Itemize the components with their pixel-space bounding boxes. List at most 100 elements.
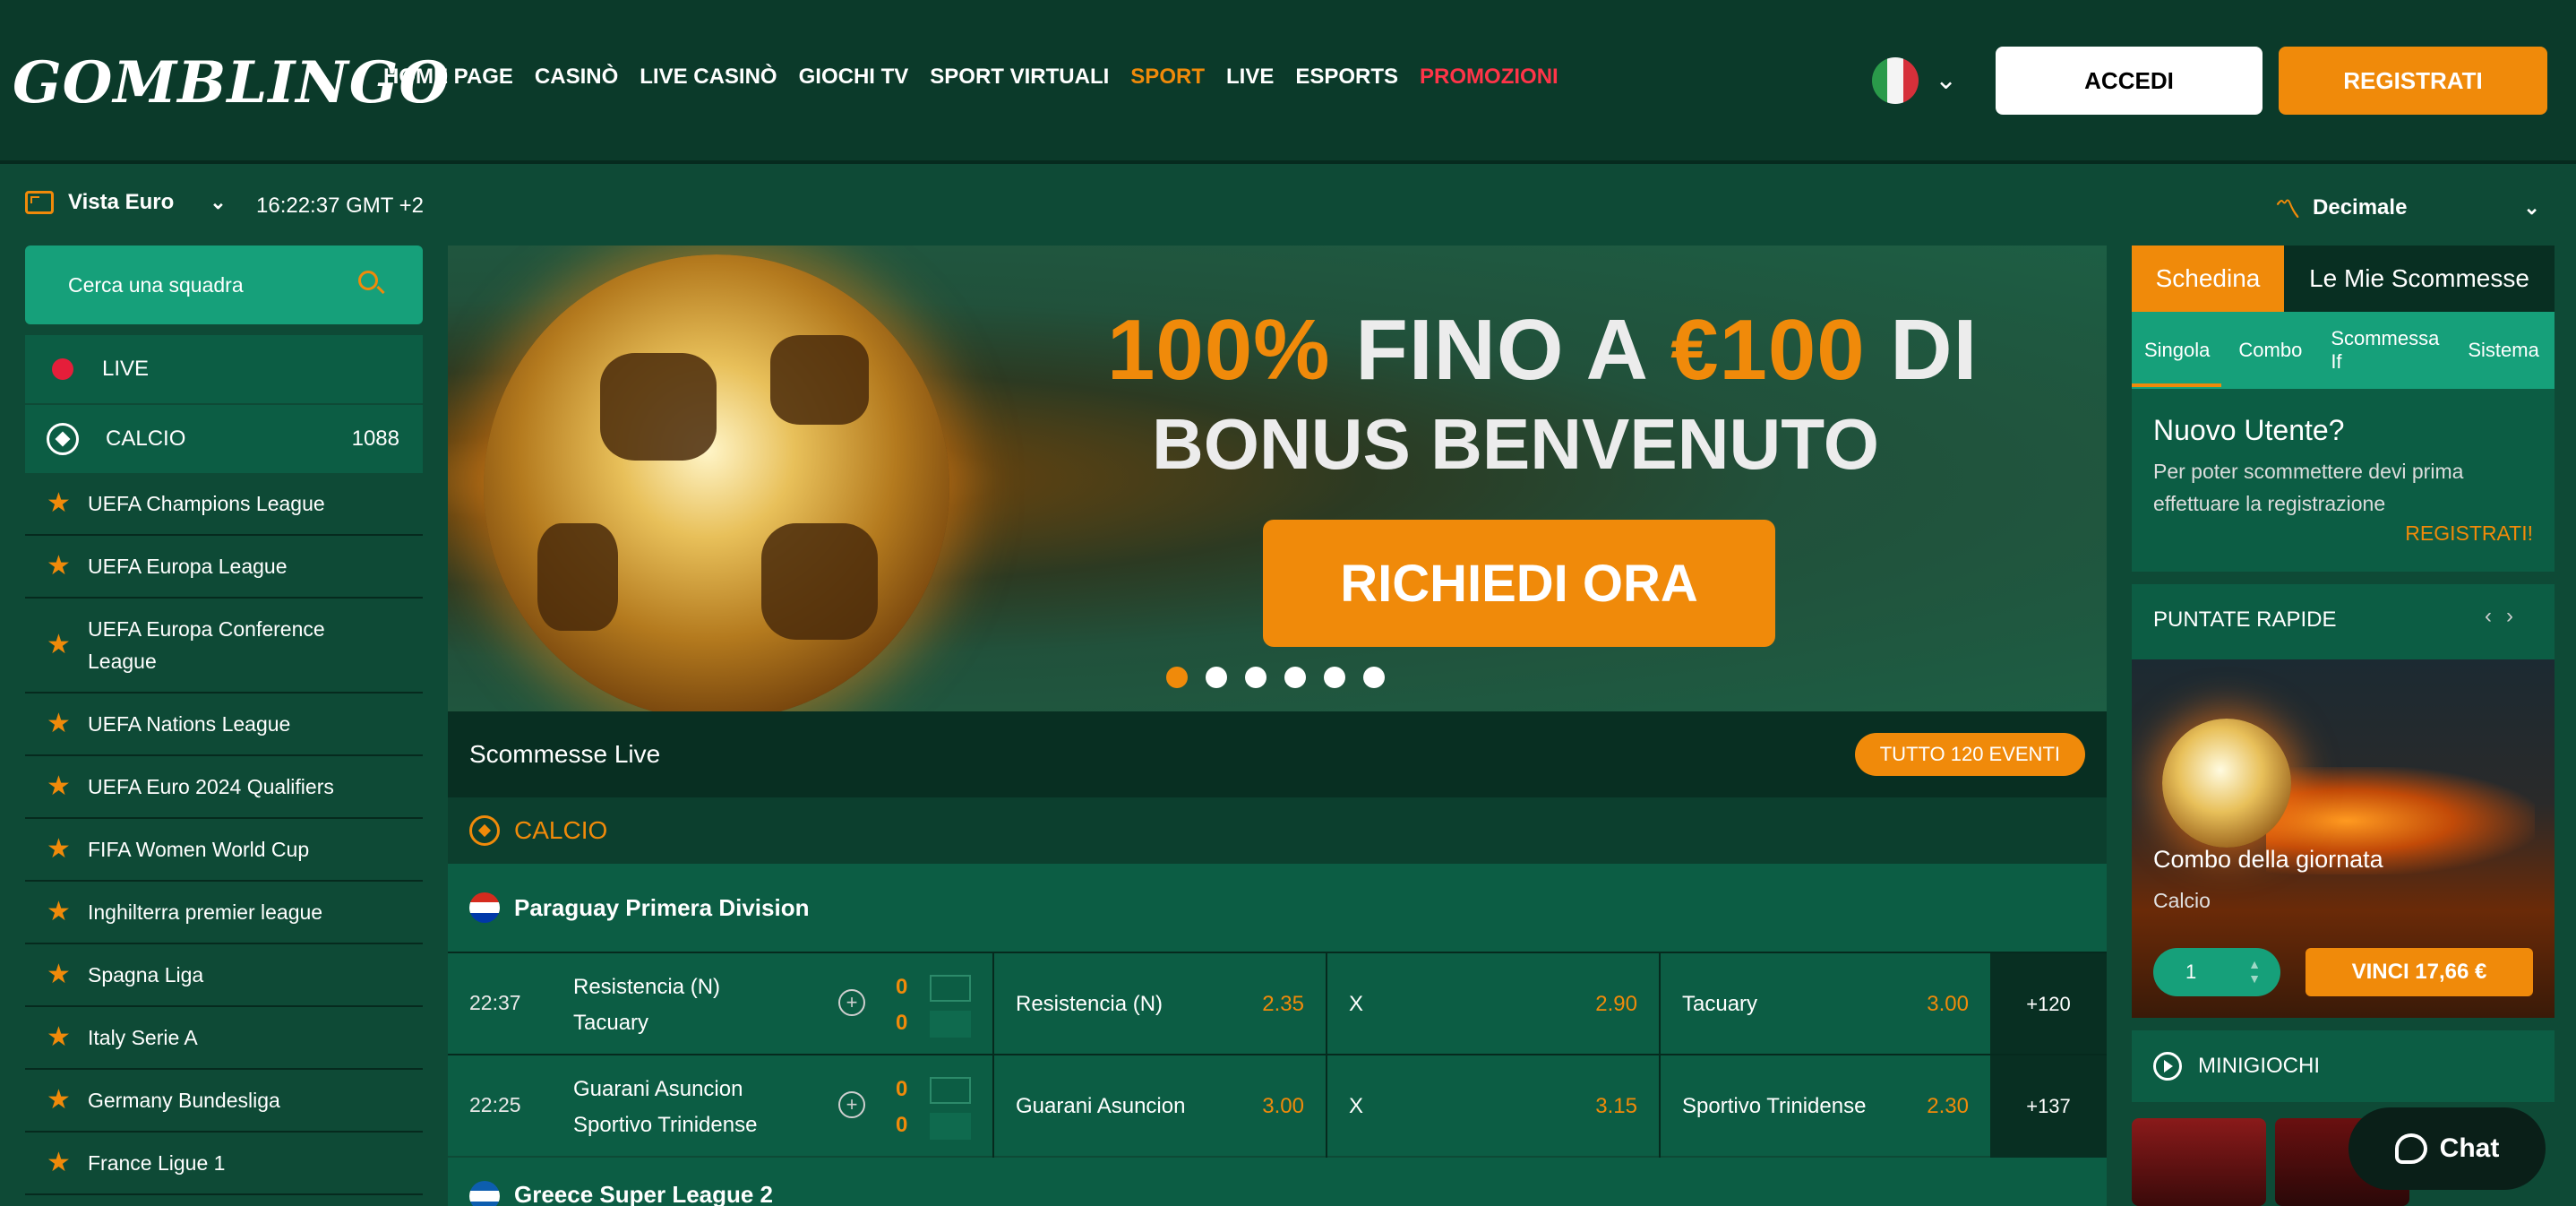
sidebar-league[interactable]: ★ Italy Serie A [25, 1007, 423, 1070]
league-label: UEFA Europa Conference League [88, 617, 325, 673]
match-teams[interactable]: Resistencia (N) Tacuary [573, 969, 720, 1041]
carousel-dot[interactable] [1166, 667, 1188, 688]
win-button[interactable]: VINCI 17,66 € [2306, 948, 2533, 996]
new-user-title: Nuovo Utente? [2153, 414, 2345, 446]
carousel-dot[interactable] [1206, 667, 1227, 688]
star-icon[interactable]: ★ [47, 1147, 73, 1179]
pitch-icon[interactable] [930, 1077, 971, 1104]
sidebar-item-calcio[interactable]: CALCIO 1088 [25, 405, 423, 473]
tab-sistema[interactable]: Sistema [2455, 339, 2538, 362]
nav-sport-virtuali[interactable]: SPORT VIRTUALI [930, 65, 1109, 90]
sidebar-league[interactable]: ★ Germany Bundesliga [25, 1070, 423, 1133]
carousel-dot[interactable] [1284, 667, 1306, 688]
more-markets-button[interactable]: +137 [1990, 1055, 2107, 1158]
match-teams[interactable]: Guarani Asuncion Sportivo Trinidense [573, 1072, 757, 1143]
sidebar-league[interactable]: ★ France Ligue 1 [25, 1133, 423, 1195]
star-icon[interactable]: ★ [47, 708, 73, 740]
sidebar-league[interactable]: ★ Inghilterra premier league [25, 882, 423, 944]
promo-banner[interactable]: 100% FINO A €100 DI BONUS BENVENUTO RICH… [448, 246, 2107, 711]
main-nav: HOME PAGE CASINÒ LIVE CASINÒ GIOCHI TV S… [383, 65, 1580, 90]
odd-home[interactable]: Resistencia (N) 2.35 [994, 953, 1326, 1055]
tab-schedina[interactable]: Schedina [2132, 246, 2284, 312]
nav-home[interactable]: HOME PAGE [383, 65, 513, 90]
play-icon [2153, 1052, 2182, 1081]
sidebar-league[interactable]: ★ FIFA Women World Cup [25, 819, 423, 882]
view-selector[interactable]: Vista Euro ⌄ [25, 190, 227, 215]
more-markets-button[interactable]: +120 [1990, 953, 2107, 1055]
odd-away[interactable]: Tacuary 3.00 [1661, 953, 1990, 1055]
sidebar-league[interactable]: ★ UEFA Champions League [25, 473, 423, 536]
italy-flag-icon[interactable] [1872, 57, 1919, 104]
odd-draw[interactable]: X 2.90 [1327, 953, 1659, 1055]
match-row[interactable]: 22:25 Guarani Asuncion Sportivo Triniden… [448, 1054, 2107, 1158]
tab-singola[interactable]: Singola [2132, 339, 2210, 362]
chevron-right-icon[interactable]: › [2506, 604, 2528, 628]
odd-draw[interactable]: X 3.15 [1327, 1055, 1659, 1158]
nav-esports[interactable]: ESPORTS [1295, 65, 1398, 90]
odd-value: 2.90 [1595, 992, 1637, 1016]
register-button[interactable]: REGISTRATI [2279, 47, 2547, 115]
star-icon[interactable]: ★ [47, 487, 73, 520]
star-icon[interactable]: ★ [47, 771, 73, 803]
carousel-arrows[interactable]: ‹› [2485, 604, 2528, 629]
chevron-down-icon[interactable]: ⌄ [1935, 65, 1957, 96]
team-search-input[interactable]: Cerca una squadra [25, 246, 423, 324]
nav-giochi-tv[interactable]: GIOCHI TV [799, 65, 909, 90]
stats-icon[interactable] [930, 1113, 971, 1140]
star-icon[interactable]: ★ [47, 959, 73, 991]
sidebar-league[interactable]: ★ Spagna Liga [25, 944, 423, 1007]
league-label: UEFA Europa League [88, 555, 288, 578]
nav-live[interactable]: LIVE [1226, 65, 1274, 90]
stepper-arrows-icon[interactable]: ▲ ▼ [2248, 957, 2261, 986]
claim-bonus-button[interactable]: RICHIEDI ORA [1263, 520, 1775, 647]
tab-scommessa-if[interactable]: Scommessa If [2318, 327, 2439, 374]
search-icon[interactable] [358, 271, 378, 290]
match-row[interactable]: 22:37 Resistencia (N) Tacuary + 00 Resis… [448, 952, 2107, 1055]
stake-stepper[interactable]: 1 ▲ ▼ [2153, 948, 2280, 996]
betslip-tabs: Schedina Le Mie Scommesse [2132, 246, 2555, 312]
new-user-panel: Nuovo Utente? Per poter scommettere devi… [2132, 389, 2555, 572]
odds-format-selector[interactable]: 〽 Decimale ⌄ [2275, 190, 2540, 226]
sidebar-league[interactable]: ★ UEFA Europa League [25, 536, 423, 599]
login-button[interactable]: ACCEDI [1996, 47, 2263, 115]
chevron-left-icon[interactable]: ‹ [2485, 604, 2506, 628]
minigame-thumbnail[interactable] [2132, 1118, 2266, 1206]
sport-category-row[interactable]: CALCIO [448, 797, 2107, 864]
league-header[interactable]: Greece Super League 2 [448, 1158, 2107, 1206]
star-icon[interactable]: ★ [47, 896, 73, 928]
star-icon[interactable]: ★ [47, 629, 73, 661]
sidebar-league[interactable]: ★ UEFA Europa Conference League [25, 599, 423, 693]
register-link[interactable]: REGISTRATI! [2405, 521, 2533, 546]
carousel-dot[interactable] [1324, 667, 1345, 688]
star-icon[interactable]: ★ [47, 1084, 73, 1116]
sidebar-league[interactable]: ★ UEFA Nations League [25, 693, 423, 756]
odd-label: Sportivo Trinidense [1682, 1094, 1867, 1118]
league-header[interactable]: Paraguay Primera Division [448, 864, 2107, 952]
add-icon[interactable]: + [838, 1091, 865, 1118]
star-icon[interactable]: ★ [47, 833, 73, 866]
nav-promozioni[interactable]: PROMOZIONI [1420, 65, 1558, 90]
chevron-down-icon: ⌄ [210, 191, 227, 213]
nav-live-casino[interactable]: LIVE CASINÒ [640, 65, 777, 90]
stats-icon[interactable] [930, 1011, 971, 1038]
all-events-button[interactable]: TUTTO 120 EVENTI [1854, 733, 2085, 776]
clock: 16:22:37 GMT +2 [256, 194, 425, 218]
star-icon[interactable]: ★ [47, 550, 73, 582]
tab-my-bets[interactable]: Le Mie Scommesse [2284, 246, 2555, 312]
star-icon[interactable]: ★ [47, 1021, 73, 1054]
carousel-dot[interactable] [1363, 667, 1385, 688]
add-icon[interactable]: + [838, 989, 865, 1016]
sidebar-item-live[interactable]: LIVE [25, 335, 423, 403]
sidebar-league[interactable]: ★ UEFA Euro 2024 Qualifiers [25, 756, 423, 819]
pitch-icon[interactable] [930, 975, 971, 1002]
nav-sport[interactable]: SPORT [1130, 65, 1205, 90]
nav-casino[interactable]: CASINÒ [535, 65, 618, 90]
chat-button[interactable]: Chat [2348, 1107, 2546, 1190]
minigames-title: MINIGIOCHI [2198, 1054, 2320, 1078]
tab-combo[interactable]: Combo [2226, 339, 2302, 362]
odd-away[interactable]: Sportivo Trinidense 2.30 [1661, 1055, 1990, 1158]
odd-home[interactable]: Guarani Asuncion 3.00 [994, 1055, 1326, 1158]
sidebar-item-label: LIVE [102, 357, 150, 381]
minigames-header[interactable]: MINIGIOCHI [2132, 1030, 2555, 1102]
carousel-dot[interactable] [1245, 667, 1267, 688]
